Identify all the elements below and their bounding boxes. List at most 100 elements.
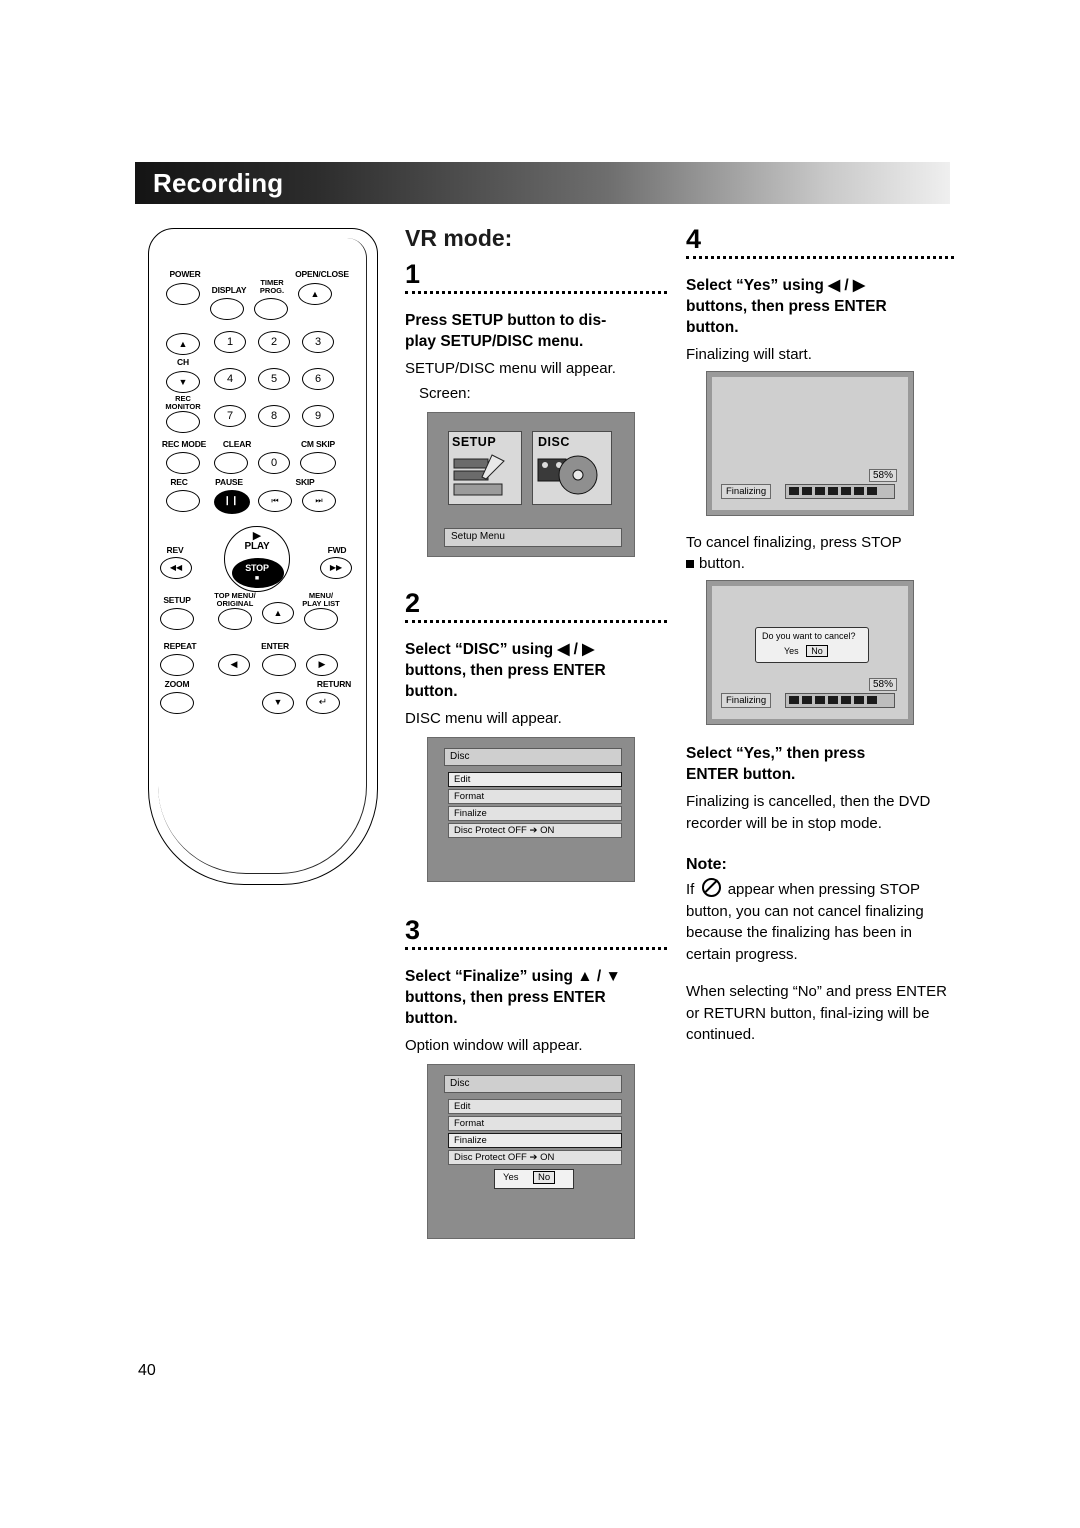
cancel-finalizing-percent: 58% xyxy=(868,678,897,691)
remote-label-rec: REC xyxy=(170,477,188,487)
step-1-number: 1 xyxy=(405,259,421,289)
step-2-number: 2 xyxy=(405,588,421,618)
remote-button-rec[interactable] xyxy=(166,490,200,512)
step-3-heading: Select “Finalize” using ▲ / ▼ buttons, t… xyxy=(405,966,667,1029)
remote-number-3: 3 xyxy=(314,336,322,348)
disc-menu-row-finalize[interactable]: Finalize xyxy=(448,806,622,821)
remote-label-timer-prog: TIMER PROG. xyxy=(259,278,285,295)
step-5-heading: Select “Yes,” then press ENTER button. xyxy=(686,743,954,785)
remote-label-rev: REV xyxy=(166,545,184,555)
step-1-body-2: Screen: xyxy=(419,385,471,402)
remote-number-7: 7 xyxy=(226,410,234,422)
disc-menu-row-edit[interactable]: Edit xyxy=(448,772,622,787)
disc-menu3-row-finalize[interactable]: Finalize xyxy=(448,1133,622,1148)
cursor-up-icon: ▲ xyxy=(273,608,283,618)
remote-button-timer-prog[interactable] xyxy=(254,298,288,320)
section-header-banner: Recording xyxy=(135,162,950,204)
screen-setup-disc-menu: SETUP DISC Setup Menu xyxy=(427,412,635,557)
option-no-button[interactable]: No xyxy=(533,1171,556,1184)
step-3-heading-line3: button. xyxy=(405,1010,458,1027)
remote-number-6: 6 xyxy=(314,373,322,385)
remote-label-stop: STOP xyxy=(245,563,269,573)
remote-button-enter[interactable] xyxy=(262,654,296,676)
remote-label-play: PLAY xyxy=(244,541,270,552)
step-4-heading-line3: button. xyxy=(686,319,739,336)
disc-menu3-row-disc-protect[interactable]: Disc Protect OFF ➔ ON xyxy=(448,1150,622,1165)
no-entry-icon xyxy=(701,878,721,897)
step-2-heading-line2: buttons, then press ENTER xyxy=(405,662,606,679)
note-paragraph-2: When selecting “No” and press ENTER or R… xyxy=(686,983,947,1043)
setup-menu-bar[interactable]: Setup Menu xyxy=(444,528,622,547)
step-1-heading: Press SETUP button to dis- play SETUP/DI… xyxy=(405,310,667,352)
remote-label-rec-monitor: REC MONITOR xyxy=(165,394,201,411)
remote-label-clear: CLEAR xyxy=(222,439,252,449)
remote-label-power: POWER xyxy=(169,269,201,279)
step-4-heading-line2: buttons, then press ENTER xyxy=(686,298,887,315)
disc-menu3-row-disc-protect-label: Disc Protect OFF ➔ ON xyxy=(454,1152,555,1163)
setup-icon xyxy=(453,454,505,496)
remote-label-pause: PAUSE xyxy=(215,477,243,487)
remote-button-cm-skip[interactable] xyxy=(300,452,336,474)
remote-label-skip: SKIP xyxy=(295,477,315,487)
eject-icon: ▲ xyxy=(310,289,320,299)
step-5-body: Finalizing is cancelled, then the DVD re… xyxy=(686,793,931,832)
disc-menu-row-edit-label: Edit xyxy=(454,774,471,785)
step-1-body-1: SETUP/DISC menu will appear. xyxy=(405,360,616,377)
disc-menu-row-disc-protect-label: Disc Protect OFF ➔ ON xyxy=(454,825,555,836)
remote-label-menu-play-list: MENU/PLAY LIST xyxy=(302,591,340,608)
cursor-down-icon: ▼ xyxy=(273,697,283,707)
cancel-confirm-dialog: Do you want to cancel? Yes No xyxy=(755,627,869,663)
remote-button-top-menu[interactable] xyxy=(218,608,252,630)
channel-down-icon: ▼ xyxy=(178,377,188,387)
step-2-body-1: DISC menu will appear. xyxy=(405,710,562,727)
step-2-heading-line3: button. xyxy=(405,683,458,700)
cancel-options: Yes No xyxy=(784,645,828,657)
pause-icon: ❙❙ xyxy=(223,495,239,505)
remote-label-ch: CH xyxy=(177,357,189,367)
remote-button-display[interactable] xyxy=(210,298,244,320)
disc-icon xyxy=(537,455,598,495)
remote-label-setup: SETUP xyxy=(163,595,191,605)
cancel-instruction: To cancel finalizing, press STOP button. xyxy=(686,532,954,574)
step-2-heading: Select “DISC” using ◀ / ▶ buttons, then … xyxy=(405,639,667,702)
remote-button-power[interactable] xyxy=(166,283,200,305)
disc-menu3-row-edit[interactable]: Edit xyxy=(448,1099,622,1114)
disc-menu-row-disc-protect[interactable]: Disc Protect OFF ➔ ON xyxy=(448,823,622,838)
remote-button-menu-play-list[interactable] xyxy=(304,608,338,630)
option-yes-label[interactable]: Yes xyxy=(503,1172,519,1183)
option-window: Yes No xyxy=(494,1169,574,1189)
cancel-no-button[interactable]: No xyxy=(806,645,828,657)
remote-button-clear[interactable] xyxy=(214,452,248,474)
middle-column: VR mode: 1 Press SETUP button to dis- pl… xyxy=(405,225,667,1239)
remote-label-rec-mode: REC MODE xyxy=(161,439,207,449)
disc-label: DISC xyxy=(538,435,570,449)
remote-label-fwd: FWD xyxy=(327,545,347,555)
screen-disc-menu-step3: Disc Edit Format Finalize Disc Protect O… xyxy=(427,1064,635,1239)
disc-menu3-row-format-label: Format xyxy=(454,1118,485,1129)
remote-button-zoom[interactable] xyxy=(160,692,194,714)
remote-button-rec-mode[interactable] xyxy=(166,452,200,474)
stop-icon: ■ xyxy=(254,575,260,582)
note-paragraph-1: If appear when pressing STOP button, you… xyxy=(686,878,954,965)
screen-cancel-dialog: Do you want to cancel? Yes No 58% Finali… xyxy=(706,580,914,725)
step-3-body-1: Option window will appear. xyxy=(405,1037,583,1054)
finalizing-progress-bar xyxy=(785,484,895,499)
step-2-divider xyxy=(405,620,667,623)
remote-label-return: RETURN xyxy=(316,679,352,689)
remote-button-repeat[interactable] xyxy=(160,654,194,676)
step-3-heading-line2: buttons, then press ENTER xyxy=(405,989,606,1006)
step-4-heading: Select “Yes” using ◀ / ▶ buttons, then p… xyxy=(686,275,954,338)
step-1-heading-line2: play SETUP/DISC menu. xyxy=(405,333,584,350)
remote-button-rec-monitor[interactable] xyxy=(166,411,200,433)
disc-menu-row-format[interactable]: Format xyxy=(448,789,622,804)
vr-mode-heading: VR mode: xyxy=(405,225,513,251)
cancel-yes-label[interactable]: Yes xyxy=(784,646,799,656)
disc-menu3-row-format[interactable]: Format xyxy=(448,1116,622,1131)
remote-button-setup[interactable] xyxy=(160,608,194,630)
screen-disc-menu-step2: Disc Edit Format Finalize Disc Protect O… xyxy=(427,737,635,882)
disc-menu3-row-edit-label: Edit xyxy=(454,1101,471,1112)
rewind-icon: ◀◀ xyxy=(169,563,183,572)
disc-menu-title-text: Disc xyxy=(450,751,470,762)
remote-label-open-close: OPEN/CLOSE xyxy=(295,269,349,279)
remote-number-8: 8 xyxy=(270,410,278,422)
